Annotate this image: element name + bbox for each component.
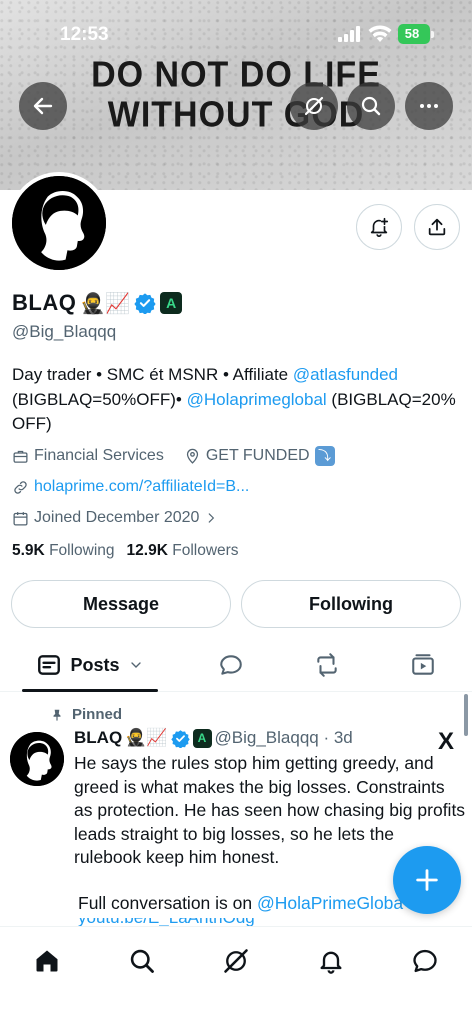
post-link-partial: youtu.be/E_LaAntnOdg [78, 918, 398, 926]
profile-name-emojis: 🥷📈 [80, 292, 131, 315]
tab-media[interactable] [400, 640, 446, 690]
status-time: 12:53 [60, 24, 109, 45]
profile-handle: @Big_Blaqqq [12, 322, 117, 341]
pin-icon [53, 709, 61, 721]
pinned-indicator: Pinned [50, 706, 122, 723]
more-options-button[interactable] [405, 82, 453, 130]
followers-stat[interactable]: 12.9K Followers [127, 542, 239, 560]
following-count: 5.9K [12, 542, 45, 559]
bio-mention-holaprime[interactable]: @Holaprimeglobal [187, 390, 327, 409]
tab-posts-label: Posts [70, 654, 120, 675]
pinned-label: Pinned [72, 706, 123, 723]
followers-label: Followers [172, 542, 239, 559]
grok-button[interactable] [290, 82, 338, 130]
post-text2-prefix: Full conversation is on [78, 893, 257, 913]
nav-messages[interactable] [403, 939, 447, 983]
scrollbar[interactable] [464, 694, 468, 736]
profile-category[interactable]: Financial Services [34, 447, 164, 465]
repost-icon [317, 653, 337, 677]
post-mention-holaprime[interactable]: @HolaPrimeGloba [257, 893, 403, 913]
tab-replies[interactable] [208, 640, 254, 690]
follow-stats: 5.9K Following 12.9K Followers [12, 542, 239, 560]
battery-indicator: 58 [398, 24, 434, 44]
profile-joined-date: Joined December 2020 [34, 509, 200, 526]
link-icon [14, 480, 27, 494]
chevron-down-icon [130, 662, 141, 668]
share-profile-button[interactable] [414, 204, 460, 250]
grok-icon [304, 96, 324, 116]
search-icon [361, 96, 381, 116]
profile-avatar[interactable] [8, 172, 110, 274]
silhouette-avatar-image [12, 176, 106, 270]
banner-text-line2: WITHOUT GOD [107, 95, 365, 135]
profile-bio: Day trader • SMC ét MSNR • Affiliate @at… [12, 363, 462, 437]
banner-text-line1: DO NOT DO LIFE [91, 55, 381, 95]
arrow-down-emoji: ⤵ [314, 446, 335, 466]
bio-mention-atlasfunded[interactable]: @atlasfunded [293, 365, 398, 384]
grok-icon [224, 949, 248, 973]
profile-meta-row-3[interactable]: Joined December 2020 [12, 509, 218, 527]
media-icon [412, 654, 434, 675]
verified-badge-icon[interactable] [134, 292, 156, 314]
status-bar: 12:53 58 [0, 20, 472, 50]
post-author-avatar[interactable] [10, 732, 64, 786]
reply-bubble-icon [220, 655, 242, 675]
tab-reposts[interactable] [304, 640, 350, 690]
silhouette-avatar-image [10, 732, 64, 786]
calendar-icon [13, 511, 28, 526]
followers-count: 12.9K [126, 542, 168, 559]
share-icon [428, 218, 446, 236]
bell-icon [320, 951, 342, 974]
messages-icon [413, 949, 437, 973]
profile-website-link[interactable]: holaprime.com/?affiliateId=B... [34, 478, 249, 496]
compose-post-button[interactable] [393, 846, 461, 914]
bio-text-part2: (BIGBLAQ=50%OFF)• [12, 389, 187, 409]
wifi-icon [368, 25, 392, 42]
back-button[interactable] [19, 82, 67, 130]
profile-meta-row-2: holaprime.com/?affiliateId=B... [12, 478, 249, 496]
search-profile-button[interactable] [347, 82, 395, 130]
more-icon [420, 104, 438, 108]
post-handle-time: @Big_Blaqqq · 3d [214, 728, 353, 747]
home-icon [36, 950, 58, 972]
post-header: BLAQ 🥷📈 A @Big_Blaqqq · 3d [74, 728, 353, 748]
post-author-name[interactable]: BLAQ [74, 728, 122, 748]
search-icon [130, 949, 154, 973]
nav-notifications[interactable] [309, 939, 353, 983]
message-button[interactable]: Message [11, 580, 231, 628]
posts-filter-icon [38, 655, 61, 675]
nav-grok[interactable] [214, 939, 258, 983]
location-pin-icon [186, 448, 198, 464]
following-stat[interactable]: 5.9K Following [12, 542, 115, 560]
arrow-left-icon [33, 97, 53, 115]
following-label: Following [49, 542, 115, 559]
bell-plus-icon [370, 217, 389, 237]
briefcase-icon [13, 450, 28, 463]
profile-location: GET FUNDED [205, 447, 310, 464]
affiliate-badge-icon[interactable]: A [160, 292, 183, 314]
profile-tabs: Posts [0, 640, 472, 692]
chevron-right-icon [209, 513, 215, 523]
nav-search[interactable] [120, 939, 164, 983]
verified-badge-icon [170, 729, 190, 748]
bottom-navigation [0, 926, 472, 1024]
plus-icon [416, 869, 438, 891]
bio-text-part1: Day trader • SMC ét MSNR • Affiliate [12, 365, 293, 384]
post-youtube-link[interactable]: youtu.be/E_LaAntnOdg [78, 918, 255, 926]
profile-meta-row-1: Financial Services GET FUNDED ⤵ [12, 446, 335, 466]
profile-name-row: BLAQ 🥷📈 A [12, 290, 183, 316]
notifications-toggle-button[interactable] [356, 204, 402, 250]
nav-home[interactable] [25, 939, 69, 983]
tab-posts[interactable]: Posts [22, 640, 158, 692]
affiliate-badge-icon: A [192, 728, 212, 748]
cellular-signal-icon [338, 26, 360, 42]
following-button[interactable]: Following [241, 580, 461, 628]
profile-name: BLAQ [12, 290, 77, 315]
post-author-emojis: 🥷📈 [125, 728, 168, 747]
